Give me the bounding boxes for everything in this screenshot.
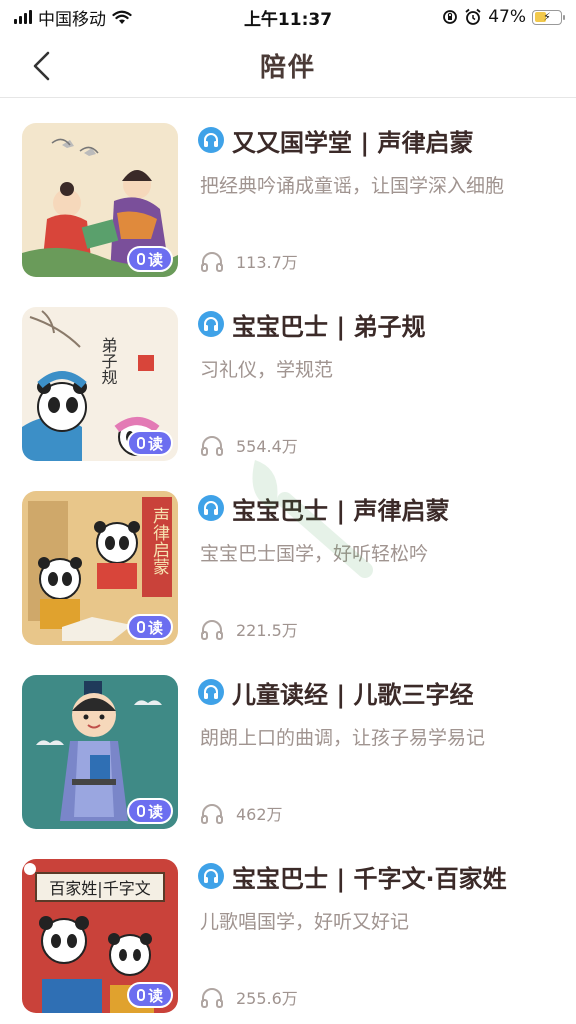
headphones-icon bbox=[201, 252, 223, 272]
play-count: 255.6万 bbox=[200, 985, 298, 1009]
album-subtitle: 把经典吟诵成童谣，让国学深入细胞 bbox=[200, 175, 505, 197]
carrier-label: 中国移动 bbox=[38, 9, 106, 30]
signal-icon bbox=[14, 10, 32, 24]
read-badge: 读 bbox=[126, 430, 173, 456]
battery-percent: 47% bbox=[488, 7, 526, 27]
play-count: 462万 bbox=[200, 801, 283, 825]
status-time: 上午11:37 bbox=[243, 9, 333, 30]
headphones-badge-icon bbox=[198, 495, 224, 521]
read-badge: 读 bbox=[126, 798, 173, 824]
headphones-badge-icon bbox=[198, 679, 224, 705]
album-title: 宝宝巴士 | 弟子规 bbox=[232, 312, 426, 341]
album-cover[interactable]: 读 bbox=[22, 123, 178, 277]
back-button[interactable] bbox=[24, 48, 60, 84]
page-title: 陪伴 bbox=[259, 53, 316, 83]
album-cover[interactable]: 读 bbox=[22, 675, 178, 829]
album-subtitle: 儿歌唱国学，好听又好记 bbox=[200, 911, 410, 933]
album-list: 读 又又国学堂 | 声律启蒙 把经典吟诵成童谣，让国学深入细胞 113.7万 弟… bbox=[0, 99, 576, 1019]
headphones-icon bbox=[201, 988, 223, 1008]
microphone-icon bbox=[136, 437, 145, 449]
play-count-value: 255.6万 bbox=[236, 989, 298, 1008]
title-row: 宝宝巴士 | 声律启蒙 bbox=[198, 491, 566, 525]
album-cover[interactable]: 百家姓|千字文 读 bbox=[22, 859, 178, 1013]
read-badge: 读 bbox=[126, 246, 173, 272]
microphone-icon bbox=[136, 805, 145, 817]
cover-title-baijiaxing: 百家姓|千字文 bbox=[49, 879, 150, 898]
headphones-icon bbox=[201, 620, 223, 640]
list-item[interactable]: 读 儿童读经 | 儿歌三字经 朗朗上口的曲调，让孩子易学易记 462万 bbox=[0, 651, 576, 835]
title-row: 宝宝巴士 | 弟子规 bbox=[198, 307, 566, 341]
cover-title-dizigui: 弟子规 bbox=[99, 337, 118, 385]
list-item[interactable]: 读 又又国学堂 | 声律启蒙 把经典吟诵成童谣，让国学深入细胞 113.7万 bbox=[0, 99, 576, 283]
album-subtitle: 习礼仪，学规范 bbox=[200, 359, 334, 381]
play-count-value: 113.7万 bbox=[236, 253, 298, 272]
battery-icon: ⚡ bbox=[532, 9, 565, 25]
microphone-icon bbox=[136, 989, 145, 1001]
headphones-badge-icon bbox=[198, 863, 224, 889]
album-title: 又又国学堂 | 声律启蒙 bbox=[232, 128, 474, 157]
list-item[interactable]: 声律启蒙 读 宝宝巴士 | 声律启蒙 宝宝巴士国学，好听轻松吟 221.5万 bbox=[0, 467, 576, 651]
alarm-icon bbox=[465, 8, 481, 25]
read-badge: 读 bbox=[126, 614, 173, 640]
headphones-badge-icon bbox=[198, 311, 224, 337]
list-item[interactable]: 百家姓|千字文 读 宝宝巴士 | 千字文·百家姓 儿歌唱国学，好听又好记 255… bbox=[0, 835, 576, 1019]
play-count-value: 554.4万 bbox=[236, 437, 298, 456]
play-count-value: 462万 bbox=[236, 805, 283, 824]
album-title: 宝宝巴士 | 千字文·百家姓 bbox=[232, 864, 507, 893]
chevron-left-icon bbox=[33, 51, 50, 81]
cover-title-shenglv: 声律启蒙 bbox=[149, 507, 170, 575]
status-bar: 中国移动 上午11:37 47% ⚡ bbox=[0, 0, 576, 34]
title-row: 宝宝巴士 | 千字文·百家姓 bbox=[198, 859, 566, 893]
headphones-icon bbox=[201, 436, 223, 456]
play-count: 113.7万 bbox=[200, 249, 298, 273]
play-count: 221.5万 bbox=[200, 617, 298, 641]
album-title: 宝宝巴士 | 声律启蒙 bbox=[232, 496, 450, 525]
wifi-icon bbox=[112, 10, 132, 24]
album-subtitle: 朗朗上口的曲调，让孩子易学易记 bbox=[200, 727, 486, 749]
title-row: 又又国学堂 | 声律启蒙 bbox=[198, 123, 566, 157]
read-badge: 读 bbox=[126, 982, 173, 1008]
orientation-lock-icon bbox=[443, 10, 458, 24]
headphones-badge-icon bbox=[198, 127, 224, 153]
microphone-icon bbox=[136, 621, 145, 633]
list-item[interactable]: 弟子规 读 宝宝巴士 | 弟子规 习礼仪，学规范 554.4万 bbox=[0, 283, 576, 467]
status-right: 47% ⚡ bbox=[442, 7, 565, 27]
album-subtitle: 宝宝巴士国学，好听轻松吟 bbox=[200, 543, 429, 565]
play-count-value: 221.5万 bbox=[236, 621, 298, 640]
play-count: 554.4万 bbox=[200, 433, 298, 457]
album-cover[interactable]: 声律启蒙 读 bbox=[22, 491, 178, 645]
microphone-icon bbox=[136, 253, 145, 265]
title-row: 儿童读经 | 儿歌三字经 bbox=[198, 675, 566, 709]
album-cover[interactable]: 弟子规 读 bbox=[22, 307, 178, 461]
album-title: 儿童读经 | 儿歌三字经 bbox=[232, 680, 474, 709]
status-left: 中国移动 bbox=[14, 5, 132, 30]
headphones-icon bbox=[201, 804, 223, 824]
nav-bar: 陪伴 bbox=[0, 34, 576, 98]
